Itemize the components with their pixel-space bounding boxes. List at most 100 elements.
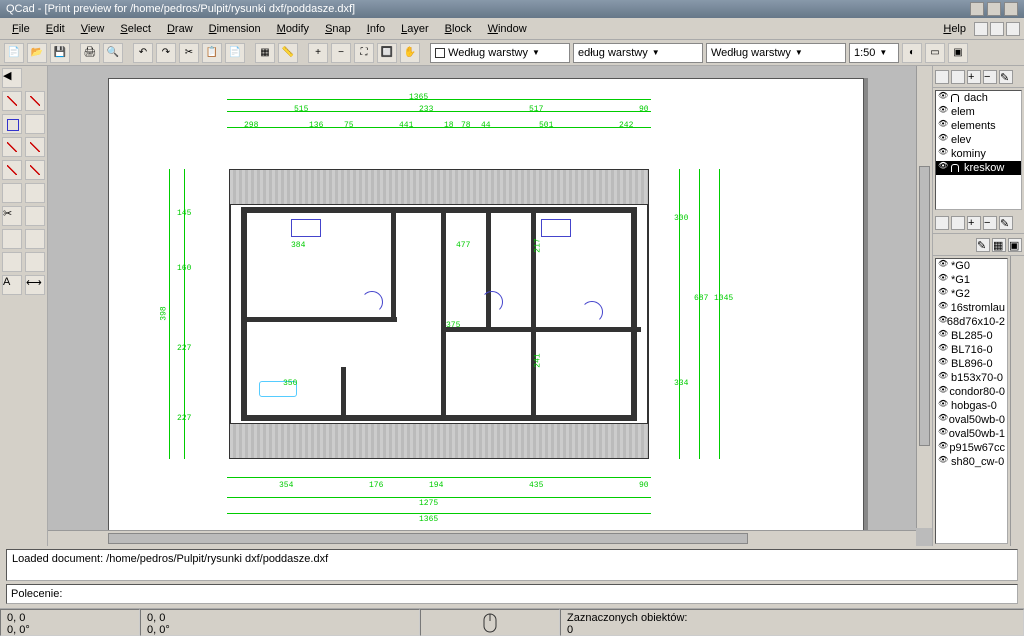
mdi-close-icon[interactable]	[1006, 22, 1020, 36]
eye-icon[interactable]	[938, 163, 948, 173]
eye-icon[interactable]	[938, 373, 948, 383]
print-preview-button[interactable]: 🔍	[103, 43, 123, 63]
color-combo[interactable]: Według warstwy▼	[430, 43, 570, 63]
insert-block-button[interactable]: ▦	[992, 238, 1006, 252]
undo-button[interactable]: ↶	[133, 43, 153, 63]
save-button[interactable]: 💾	[50, 43, 70, 63]
new-button[interactable]: 📄	[4, 43, 24, 63]
eye-icon[interactable]	[938, 303, 948, 313]
eye-icon[interactable]	[938, 149, 948, 159]
eye-icon[interactable]	[938, 429, 946, 439]
horizontal-scrollbar[interactable]	[48, 530, 916, 546]
menu-snap[interactable]: Snap	[317, 21, 359, 37]
menu-file[interactable]: File	[4, 21, 38, 37]
remove-layer-button[interactable]: −	[983, 70, 997, 84]
polyline-tool[interactable]	[25, 114, 45, 134]
menu-info[interactable]: Info	[359, 21, 393, 37]
paste-button[interactable]: 📄	[225, 43, 245, 63]
bw-toggle-button[interactable]: ◐	[902, 43, 922, 63]
menu-window[interactable]: Window	[480, 21, 535, 37]
menu-edit[interactable]: Edit	[38, 21, 73, 37]
eye-icon[interactable]	[938, 289, 948, 299]
menu-modify[interactable]: Modify	[269, 21, 317, 37]
eye-icon[interactable]	[938, 331, 948, 341]
close-button[interactable]	[1004, 2, 1018, 16]
eye-icon[interactable]	[938, 345, 948, 355]
create-block-button[interactable]: ▣	[1008, 238, 1022, 252]
maximize-button[interactable]	[987, 2, 1001, 16]
eye-icon[interactable]	[938, 415, 946, 425]
menu-draw[interactable]: Draw	[159, 21, 201, 37]
circle-tool[interactable]	[25, 183, 45, 203]
eye-icon[interactable]	[938, 275, 948, 285]
eye-icon[interactable]	[938, 401, 948, 411]
line-horizontal-tool[interactable]	[2, 160, 22, 180]
copy-button[interactable]: 📋	[202, 43, 222, 63]
eye-icon[interactable]	[938, 261, 948, 271]
point-tool[interactable]	[2, 252, 22, 272]
zoom-in-button[interactable]: +	[308, 43, 328, 63]
menu-view[interactable]: View	[73, 21, 113, 37]
line-angle-tool[interactable]	[2, 137, 22, 157]
eye-icon[interactable]	[938, 317, 944, 327]
line-vertical-tool[interactable]	[25, 160, 45, 180]
menu-help[interactable]: Help	[935, 21, 974, 37]
print-button[interactable]: 🖨	[80, 43, 100, 63]
remove-block-button[interactable]: −	[983, 216, 997, 230]
minimize-button[interactable]	[970, 2, 984, 16]
eye-icon[interactable]	[938, 359, 948, 369]
mdi-restore-icon[interactable]	[990, 22, 1004, 36]
open-button[interactable]: 📂	[27, 43, 47, 63]
scale-combo[interactable]: 1:50▼	[849, 43, 899, 63]
hide-all-blocks-button[interactable]	[951, 216, 965, 230]
linewidth-combo[interactable]: edług warstwy▼	[573, 43, 703, 63]
edit-layer-button[interactable]: ✎	[999, 70, 1013, 84]
pan-button[interactable]: ✋	[400, 43, 420, 63]
command-line[interactable]: Polecenie:	[6, 584, 1018, 604]
menu-layer[interactable]: Layer	[393, 21, 437, 37]
line2-tool[interactable]	[25, 91, 45, 111]
rename-block-button[interactable]: ✎	[976, 238, 990, 252]
drawing-area[interactable]: 1365 515 233 517 90 298 136 75 441 18 78…	[48, 66, 932, 546]
back-tool[interactable]: ◀	[2, 68, 22, 88]
menu-dimension[interactable]: Dimension	[201, 21, 269, 37]
cut-button[interactable]: ✂	[179, 43, 199, 63]
block-list[interactable]: *G0 *G1 *G2 16stromlau 68d76x10-2 BL285-…	[935, 258, 1008, 544]
block-scrollbar[interactable]	[1010, 256, 1024, 546]
mdi-minimize-icon[interactable]	[974, 22, 988, 36]
scissors-tool[interactable]: ✂	[2, 206, 22, 226]
zoom-window-button[interactable]: 🔲	[377, 43, 397, 63]
add-layer-button[interactable]: +	[967, 70, 981, 84]
hatch-tool[interactable]	[25, 252, 45, 272]
rectangle-tool[interactable]	[2, 114, 22, 134]
lock-icon[interactable]	[951, 164, 959, 172]
zoom-out-button[interactable]: −	[331, 43, 351, 63]
menu-block[interactable]: Block	[437, 21, 480, 37]
lock-icon[interactable]	[951, 94, 959, 102]
eye-icon[interactable]	[938, 135, 948, 145]
show-all-blocks-button[interactable]	[935, 216, 949, 230]
show-all-layers-button[interactable]	[935, 70, 949, 84]
ellipse-tool[interactable]	[2, 229, 22, 249]
fit-page-button[interactable]: ▣	[948, 43, 968, 63]
vertical-scrollbar[interactable]	[916, 66, 932, 528]
hide-all-layers-button[interactable]	[951, 70, 965, 84]
line-tool[interactable]	[2, 91, 22, 111]
text-tool[interactable]: A	[2, 275, 22, 295]
zoom-fit-button[interactable]: ⛶	[354, 43, 374, 63]
ruler-button[interactable]: 📏	[278, 43, 298, 63]
trim-tool[interactable]	[25, 206, 45, 226]
line-parallel-tool[interactable]	[25, 137, 45, 157]
add-block-button[interactable]: +	[967, 216, 981, 230]
arc-tool[interactable]	[2, 183, 22, 203]
linetype-combo[interactable]: Według warstwy▼	[706, 43, 846, 63]
center-page-button[interactable]: ▭	[925, 43, 945, 63]
eye-icon[interactable]	[938, 121, 948, 131]
eye-icon[interactable]	[938, 387, 946, 397]
dimension-tool[interactable]: ⟷	[25, 275, 45, 295]
edit-block-button[interactable]: ✎	[999, 216, 1013, 230]
grid-toggle-button[interactable]: ▦	[255, 43, 275, 63]
eye-icon[interactable]	[938, 457, 948, 467]
layer-list[interactable]: dach elem elements elev kominy kreskow	[935, 90, 1022, 210]
spline-tool[interactable]	[25, 229, 45, 249]
